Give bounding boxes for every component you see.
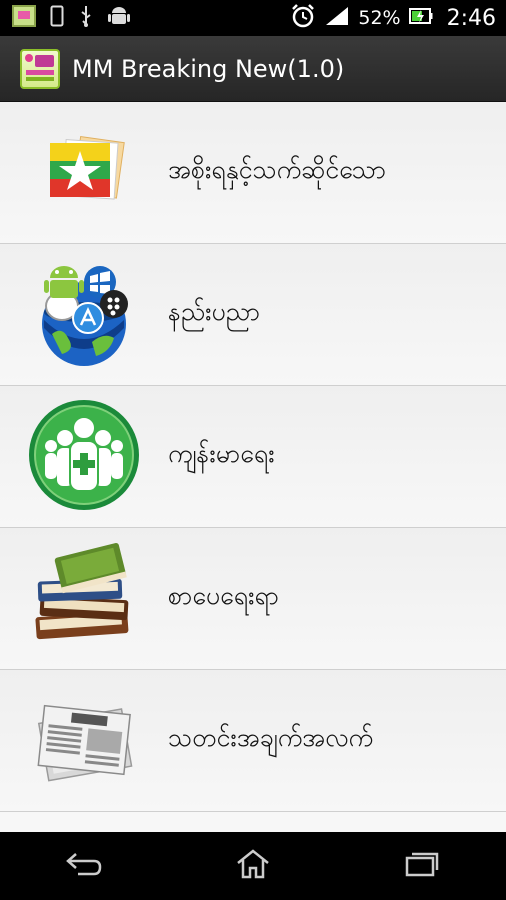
category-list: အစိုးရနှင့်သက်ဆိုင်သော နည်းပညာ ကျန်းမာရေ…	[0, 102, 506, 832]
myanmar-flag-icon	[36, 131, 132, 215]
list-item-label: နည်းပညာ	[168, 297, 261, 326]
technology-globe-icon	[32, 258, 136, 372]
phone-icon	[50, 5, 64, 31]
action-bar: MM Breaking New(1.0)	[0, 36, 506, 102]
battery-percent: 52%	[358, 7, 401, 29]
mm-breaking-news-logo-icon[interactable]	[20, 48, 60, 89]
signal-icon	[324, 5, 350, 31]
list-item-label: သတင်းအချက်အလက်	[168, 723, 374, 752]
list-item-label: ကျန်းမာရေး	[168, 439, 275, 468]
health-people-icon	[27, 398, 141, 516]
battery-charging-icon	[408, 7, 433, 29]
back-button[interactable]	[34, 832, 134, 900]
status-bar: 52% 2:46	[0, 0, 506, 36]
list-item-health[interactable]: ကျန်းမာရေး	[0, 386, 506, 528]
list-item-news[interactable]: သတင်းအချက်အလက်	[0, 670, 506, 812]
navigation-bar	[0, 832, 506, 900]
app-thumbnail-icon	[12, 5, 36, 31]
list-item-government[interactable]: အစိုးရနှင့်သက်ဆိုင်သော	[0, 102, 506, 244]
home-icon	[235, 848, 271, 884]
recent-apps-button[interactable]	[372, 832, 472, 900]
books-icon	[28, 542, 140, 656]
usb-icon	[78, 4, 94, 32]
app-title: MM Breaking New(1.0)	[72, 54, 345, 83]
list-item-partial	[0, 812, 506, 832]
list-item-technology[interactable]: နည်းပညာ	[0, 244, 506, 386]
recent-apps-icon	[404, 850, 440, 882]
newspaper-icon	[29, 694, 139, 788]
clock: 2:46	[446, 5, 496, 31]
list-item-label: စာပေရေးရာ	[168, 581, 280, 610]
home-button[interactable]	[203, 832, 303, 900]
list-item-label: အစိုးရနှင့်သက်ဆိုင်သော	[168, 155, 387, 184]
android-icon	[108, 4, 130, 32]
list-item-literature[interactable]: စာပေရေးရာ	[0, 528, 506, 670]
alarm-icon	[290, 3, 316, 33]
back-icon	[64, 850, 104, 882]
